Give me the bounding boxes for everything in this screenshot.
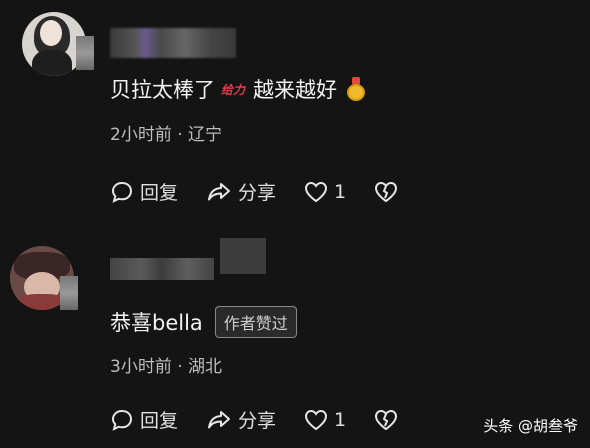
broken-heart-icon (375, 181, 398, 202)
share-arrow-icon (208, 182, 231, 200)
time-location: 2小时前 · 辽宁 (110, 125, 223, 145)
like-button[interactable]: 1 (304, 181, 346, 203)
reply-label: 回复 (140, 182, 179, 204)
time-location: 3小时前 · 湖北 (110, 357, 223, 377)
like-button[interactable]: 1 (304, 409, 346, 431)
comment-text-part1: 恭喜bella (110, 311, 203, 335)
blurred-region (76, 36, 94, 70)
share-label: 分享 (238, 182, 277, 204)
share-button[interactable]: 分享 (206, 178, 276, 205)
username-blurred-2 (220, 238, 266, 274)
blurred-region (60, 276, 78, 310)
comment-text-part1: 贝拉太棒了 (110, 78, 215, 102)
comment-bubble-icon (111, 409, 133, 431)
share-label: 分享 (238, 410, 277, 432)
heart-icon (305, 181, 328, 202)
dislike-button[interactable] (374, 181, 404, 203)
action-bar: 回复 分享 1 (110, 178, 432, 205)
share-arrow-icon (208, 410, 231, 428)
sticker-text: 给力 (221, 82, 246, 97)
reply-button[interactable]: 回复 (110, 406, 178, 433)
dislike-button[interactable] (374, 409, 404, 431)
action-bar: 回复 分享 1 (110, 406, 432, 433)
reply-label: 回复 (140, 410, 179, 432)
comment-bubble-icon (111, 181, 133, 203)
comment-text: 贝拉太棒了 给力 越来越好 (110, 74, 366, 104)
like-count: 1 (334, 408, 347, 431)
heart-icon (305, 409, 328, 430)
comment-text-part2: 越来越好 (253, 78, 338, 102)
medal-icon (347, 77, 366, 101)
broken-heart-icon (375, 409, 398, 430)
author-liked-badge: 作者赞过 (214, 306, 297, 338)
share-button[interactable]: 分享 (206, 406, 276, 433)
watermark: 头条 @胡叁爷 (483, 417, 578, 435)
like-count: 1 (334, 180, 347, 203)
username-blurred[interactable] (110, 28, 236, 58)
reply-button[interactable]: 回复 (110, 178, 178, 205)
comment-text: 恭喜bella 作者赞过 (110, 306, 297, 338)
username-blurred[interactable] (110, 258, 214, 280)
